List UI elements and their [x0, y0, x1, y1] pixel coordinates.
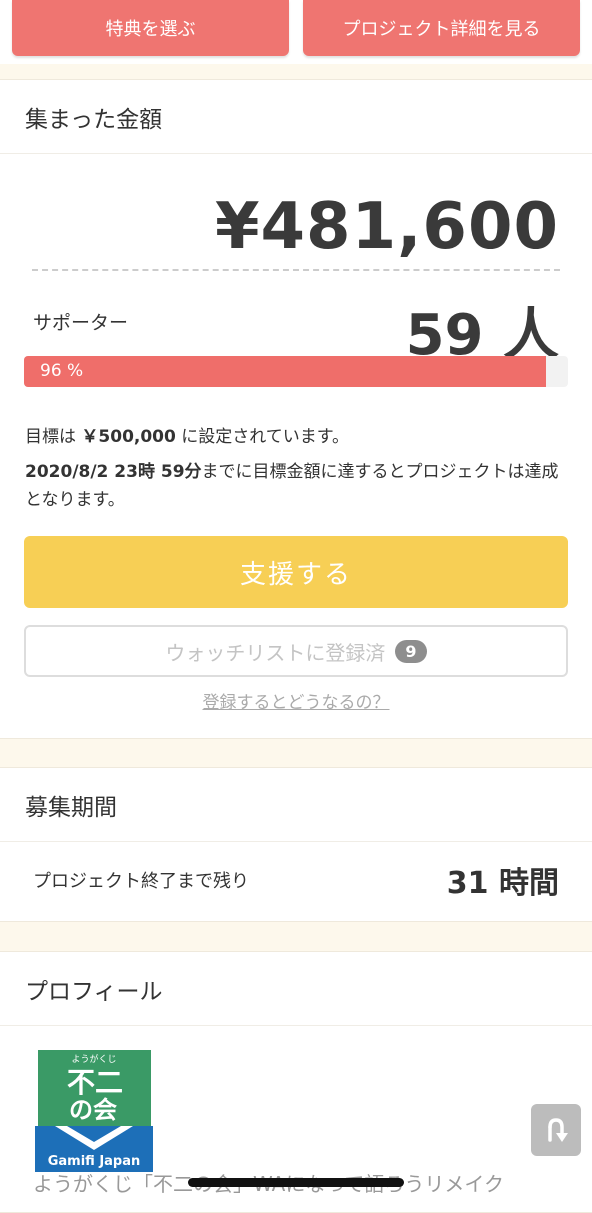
- top-action-bar: 特典を選ぶ プロジェクト詳細を見る: [0, 0, 592, 64]
- goal-text: 目標は ￥500,000 に設定されています。: [25, 427, 350, 447]
- deadline-date: 2020/8/2 23時 59分: [25, 462, 202, 482]
- what-happens-link[interactable]: 登録するとどうなるの？: [0, 688, 592, 713]
- period-card: 募集期間 プロジェクト終了まで残り 31 時間: [0, 767, 592, 922]
- supporters-label: サポーター: [33, 312, 129, 334]
- period-header: 募集期間: [0, 768, 592, 842]
- support-button[interactable]: 支援する: [24, 536, 568, 608]
- scroll-top-button[interactable]: [531, 1104, 581, 1156]
- profile-header: プロフィール: [0, 952, 592, 1026]
- raised-amount: ¥481,600: [214, 190, 559, 264]
- goal-amount: ￥500,000: [81, 427, 176, 447]
- watchlist-count-badge: 9: [395, 639, 427, 663]
- select-reward-button[interactable]: 特典を選ぶ: [12, 0, 289, 56]
- svg-text:不二: 不二: [67, 1066, 123, 1099]
- divider: [32, 269, 560, 271]
- view-project-details-button[interactable]: プロジェクト詳細を見る: [303, 0, 580, 56]
- watchlist-button[interactable]: ウォッチリストに登録済 9: [24, 625, 568, 677]
- remaining-value: 31 時間: [446, 866, 559, 901]
- remaining-label: プロジェクト終了まで残り: [33, 871, 249, 892]
- funding-card: 集まった金額 ¥481,600 サポーター 59 人 96 % 目標は ￥500…: [0, 79, 592, 739]
- progress-bar: 96 %: [24, 356, 568, 387]
- remaining-row: プロジェクト終了まで残り 31 時間: [0, 842, 592, 918]
- progress-bar-fill: [24, 356, 547, 387]
- scroll-top-arrow-icon: [548, 1118, 568, 1142]
- home-indicator: [188, 1178, 404, 1187]
- watchlist-label: ウォッチリストに登録済: [165, 640, 386, 665]
- funding-header: 集まった金額: [0, 80, 592, 154]
- progress-percent: 96 %: [40, 361, 84, 381]
- svg-text:の会: の会: [69, 1096, 117, 1124]
- svg-text:ようがくじ: ようがくじ: [71, 1053, 116, 1065]
- deadline-text: 2020/8/2 23時 59分までに目標金額に達するとプロジェクトは達成となり…: [25, 462, 559, 510]
- svg-text:Gamifi Japan: Gamifi Japan: [48, 1154, 141, 1169]
- profile-logo[interactable]: ようがくじ 不二 の会 Gamifi Japan: [35, 1050, 153, 1172]
